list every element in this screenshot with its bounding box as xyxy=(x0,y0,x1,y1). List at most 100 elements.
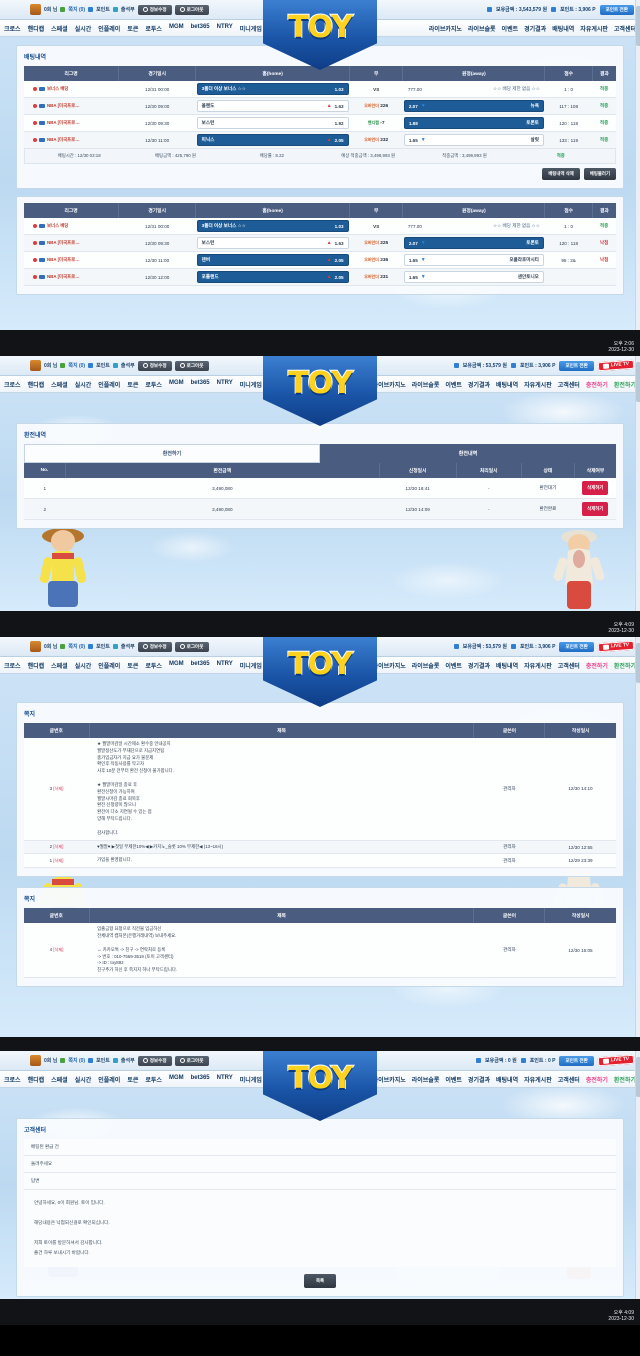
live-tv-button-4[interactable]: LIVE TV xyxy=(597,1054,635,1067)
nav-item-9[interactable]: NTRY xyxy=(217,24,233,33)
nav-right-4[interactable]: 배팅내역 xyxy=(552,24,574,33)
attendance-icon[interactable] xyxy=(112,7,118,12)
nav4-item-0[interactable]: 크로스 xyxy=(4,1075,21,1084)
point-transfer-button-3[interactable]: 포인트 전환 xyxy=(559,641,594,652)
nav-right-6[interactable]: 고객센터 xyxy=(614,24,636,33)
message-icon-3[interactable] xyxy=(60,644,66,649)
nav2-item-2[interactable]: 스페셜 xyxy=(51,380,68,389)
away-pick[interactable]: 1.65 ▼ 살럿 xyxy=(403,134,544,146)
away-pick[interactable]: 1.65 ▼ 오클라호마시티 xyxy=(403,254,544,266)
nav4-right-3[interactable]: 경기결과 xyxy=(468,1075,490,1084)
home-pick[interactable]: 덴버 ▲ 2.05 xyxy=(196,254,349,266)
home-pick[interactable]: 3폴더 이상 보너스 ☆☆ 1.03 xyxy=(196,220,349,232)
nav4-item-7[interactable]: MGM xyxy=(169,1075,184,1084)
attendance-icon-3[interactable] xyxy=(112,644,118,649)
nav4-exchange[interactable]: 환전하기 xyxy=(614,1075,636,1084)
nav3-item-4[interactable]: 인플레이 xyxy=(98,661,120,670)
away-pick[interactable]: 1.65 ▼ 샌안토니오 xyxy=(403,271,544,283)
attendance-label-4[interactable]: 출석부 xyxy=(121,1057,135,1064)
nav3-item-0[interactable]: 크로스 xyxy=(4,661,21,670)
nav-item-5[interactable]: 토큰 xyxy=(127,24,138,33)
away-pick[interactable]: 777.00 ☆☆ 배당 제한 없음 ☆☆ xyxy=(404,84,544,94)
nav4-right-2[interactable]: 이벤트 xyxy=(445,1075,462,1084)
scrollbar-3[interactable] xyxy=(635,637,640,1037)
cell-msg-title[interactable]: ★ 월말마감일 시간제소 환수중 안내공지 월말정산도가 부재단으로 지급지연됨 충… xyxy=(89,738,474,841)
delete-history-button[interactable]: 배팅내역 삭제 xyxy=(542,168,580,180)
point-transfer-button[interactable]: 포인트 전환 xyxy=(599,4,634,15)
nav-right-1[interactable]: 라이브슬롯 xyxy=(468,24,496,33)
nav2-item-10[interactable]: 미니게임 xyxy=(240,380,262,389)
nav2-right-3[interactable]: 경기결과 xyxy=(468,380,490,389)
nav3-right-4[interactable]: 배팅내역 xyxy=(496,661,518,670)
home-pick[interactable]: 보스턴 ▲ 1.63 xyxy=(196,237,349,249)
nav3-exchange[interactable]: 환전하기 xyxy=(614,661,636,670)
logout-button-4[interactable]: 로그아웃 xyxy=(174,1055,209,1066)
nav-item-10[interactable]: 미니게임 xyxy=(240,24,262,33)
nav4-item-6[interactable]: 로투스 xyxy=(145,1075,162,1084)
nav4-item-9[interactable]: NTRY xyxy=(217,1075,233,1084)
nav-item-2[interactable]: 스페셜 xyxy=(51,24,68,33)
message-label[interactable]: 쪽지 (0) xyxy=(68,6,85,13)
delete-button[interactable]: 삭제하기 xyxy=(582,502,609,516)
nav-item-3[interactable]: 실시간 xyxy=(75,24,92,33)
point-transfer-button-2[interactable]: 포인트 전환 xyxy=(559,360,594,371)
nav-item-0[interactable]: 크로스 xyxy=(4,24,21,33)
message-delete-link[interactable]: [삭제] xyxy=(53,844,63,849)
message-icon[interactable] xyxy=(60,7,66,12)
nav2-item-9[interactable]: NTRY xyxy=(217,380,233,389)
edit-info-button[interactable]: 정보수정 xyxy=(137,4,172,15)
nav4-item-3[interactable]: 실시간 xyxy=(75,1075,92,1084)
nav-item-7[interactable]: MGM xyxy=(169,24,184,33)
cell-msg-title[interactable]: ♥월말♥ ▶첫일 무제한10%◀ ▶카지노_슬롯 10% 무제한◀ (13~16… xyxy=(89,840,474,855)
nav2-exchange[interactable]: 환전하기 xyxy=(614,380,636,389)
nav4-right-0[interactable]: 라이브카지노 xyxy=(373,1075,406,1084)
attendance-icon-2[interactable] xyxy=(112,363,118,368)
tab-exchange-history[interactable]: 환전내역 xyxy=(320,444,616,463)
nav4-item-4[interactable]: 인플레이 xyxy=(98,1075,120,1084)
nav2-right-2[interactable]: 이벤트 xyxy=(445,380,462,389)
point-icon[interactable] xyxy=(88,7,94,12)
nav3-item-3[interactable]: 실시간 xyxy=(75,661,92,670)
nav4-right-5[interactable]: 자유게시판 xyxy=(524,1075,552,1084)
away-pick[interactable]: 2.07 ▼ 뉴욕 xyxy=(403,100,544,112)
tab-exchange-request[interactable]: 환전하기 xyxy=(24,444,320,463)
nav3-right-5[interactable]: 자유게시판 xyxy=(524,661,552,670)
point-icon-2[interactable] xyxy=(88,363,94,368)
nav4-right-6[interactable]: 고객센터 xyxy=(558,1075,580,1084)
home-pick[interactable]: 올랜도 ▲ 1.63 xyxy=(196,100,349,112)
nav3-item-9[interactable]: NTRY xyxy=(217,661,233,670)
point-icon-4[interactable] xyxy=(88,1058,94,1063)
attendance-label-2[interactable]: 출석부 xyxy=(121,362,135,369)
edit-info-button-2[interactable]: 정보수정 xyxy=(137,360,172,371)
nav-right-0[interactable]: 라이브카지노 xyxy=(429,24,462,33)
nav3-item-7[interactable]: MGM xyxy=(169,661,184,670)
nav3-right-0[interactable]: 라이브카지노 xyxy=(373,661,406,670)
scrollbar-4[interactable] xyxy=(635,1051,640,1299)
refresh-history-button[interactable]: 배팅물러기 xyxy=(583,168,616,180)
attendance-label[interactable]: 출석부 xyxy=(121,6,135,13)
home-pick[interactable]: 3폴더 이상 보너스 ☆☆ 1.03 xyxy=(196,83,349,95)
nav3-right-6[interactable]: 고객센터 xyxy=(558,661,580,670)
home-pick[interactable]: 피닉스 ▲ 2.05 xyxy=(196,134,349,146)
nav4-item-5[interactable]: 토큰 xyxy=(127,1075,138,1084)
nav-item-4[interactable]: 인플레이 xyxy=(98,24,120,33)
point-label-4[interactable]: 포인트 xyxy=(96,1057,110,1064)
nav-item-6[interactable]: 로투스 xyxy=(145,24,162,33)
nav2-right-6[interactable]: 고객센터 xyxy=(558,380,580,389)
edit-info-button-3[interactable]: 정보수정 xyxy=(137,641,172,652)
point-label[interactable]: 포인트 xyxy=(96,6,110,13)
nav2-item-8[interactable]: bet365 xyxy=(191,380,210,389)
message-delete-link[interactable]: [삭제] xyxy=(53,786,63,791)
nav2-item-5[interactable]: 토큰 xyxy=(127,380,138,389)
point-label-2[interactable]: 포인트 xyxy=(96,362,110,369)
home-pick[interactable]: 포틀랜드 ▲ 2.05 xyxy=(196,271,349,283)
nav2-charge[interactable]: 충전하기 xyxy=(586,380,608,389)
edit-info-button-4[interactable]: 정보수정 xyxy=(137,1055,172,1066)
attendance-label-3[interactable]: 출석부 xyxy=(121,643,135,650)
message-delete-link[interactable]: [삭제] xyxy=(53,947,63,952)
point-icon-3[interactable] xyxy=(88,644,94,649)
scrollbar-2[interactable] xyxy=(635,356,640,611)
scrollbar-thumb-3[interactable] xyxy=(636,643,640,683)
nav4-item-10[interactable]: 미니게임 xyxy=(240,1075,262,1084)
nav-right-5[interactable]: 자유게시판 xyxy=(580,24,608,33)
